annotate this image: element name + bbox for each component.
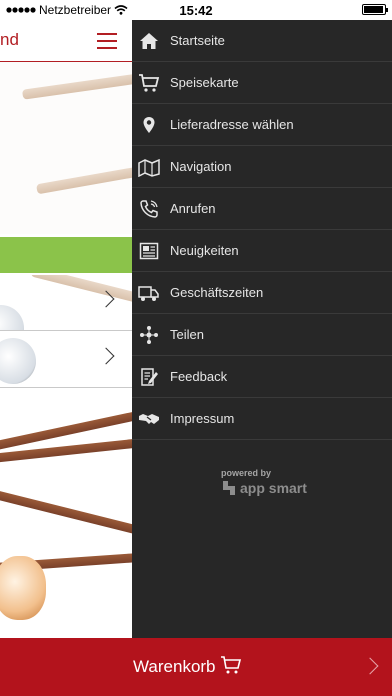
- location-pin-icon: [138, 114, 160, 136]
- menu-item-anrufen[interactable]: Anrufen: [132, 188, 392, 230]
- menu-label: Anrufen: [170, 201, 216, 216]
- list-item[interactable]: [0, 332, 132, 388]
- side-drawer: Startseite Speisekarte Lieferadresse wäh…: [132, 20, 392, 638]
- menu-item-feedback[interactable]: Feedback: [132, 356, 392, 398]
- brand-logo: app smart: [222, 480, 307, 496]
- menu-item-geschaeftszeiten[interactable]: Geschäftszeiten: [132, 272, 392, 314]
- newspaper-icon: [138, 240, 160, 262]
- cart-bar[interactable]: Warenkorb: [0, 638, 392, 696]
- cart-icon: [220, 655, 242, 680]
- menu-item-teilen[interactable]: Teilen: [132, 314, 392, 356]
- brand-name: app smart: [240, 480, 307, 496]
- menu-item-speisekarte[interactable]: Speisekarte: [132, 62, 392, 104]
- menu-item-navigation[interactable]: Navigation: [132, 146, 392, 188]
- menu-item-startseite[interactable]: Startseite: [132, 20, 392, 62]
- app-title: nd: [0, 30, 19, 49]
- cart-icon: [138, 72, 160, 94]
- app-smart-icon: [223, 481, 235, 495]
- menu-label: Geschäftszeiten: [170, 285, 264, 300]
- menu-label: Impressum: [170, 411, 235, 426]
- menu-item-lieferadresse[interactable]: Lieferadresse wählen: [132, 104, 392, 146]
- menu-label: Feedback: [170, 369, 228, 384]
- home-icon: [138, 30, 160, 52]
- phone-icon: [138, 198, 160, 220]
- menu-label: Teilen: [170, 327, 204, 342]
- menu-label: Startseite: [170, 33, 225, 48]
- delivery-clock-icon: [138, 282, 160, 304]
- cart-label: Warenkorb: [133, 657, 216, 676]
- menu-label: Navigation: [170, 159, 232, 174]
- battery-icon: [362, 4, 388, 15]
- menu-label: Lieferadresse wählen: [170, 117, 294, 132]
- menu-icon[interactable]: [97, 33, 117, 49]
- handshake-icon: [138, 408, 160, 430]
- menu-item-impressum[interactable]: Impressum: [132, 398, 392, 440]
- chevron-right-icon: [97, 347, 115, 365]
- feedback-icon: [138, 366, 160, 388]
- hero-image: [0, 62, 132, 234]
- status-bar: Netzbetreiber 15:42: [0, 0, 392, 20]
- status-time: 15:42: [179, 3, 213, 18]
- menu-label: Speisekarte: [170, 75, 239, 90]
- menu-item-neuigkeiten[interactable]: Neuigkeiten: [132, 230, 392, 272]
- menu-label: Neuigkeiten: [170, 243, 239, 258]
- powered-by-text: powered by: [221, 468, 272, 478]
- status-right: [362, 4, 388, 15]
- list-item[interactable]: [0, 275, 132, 331]
- share-icon: [138, 324, 160, 346]
- chevron-right-icon: [361, 657, 379, 675]
- map-icon: [138, 156, 160, 178]
- green-banner[interactable]: [0, 237, 132, 273]
- food-image: [0, 388, 132, 638]
